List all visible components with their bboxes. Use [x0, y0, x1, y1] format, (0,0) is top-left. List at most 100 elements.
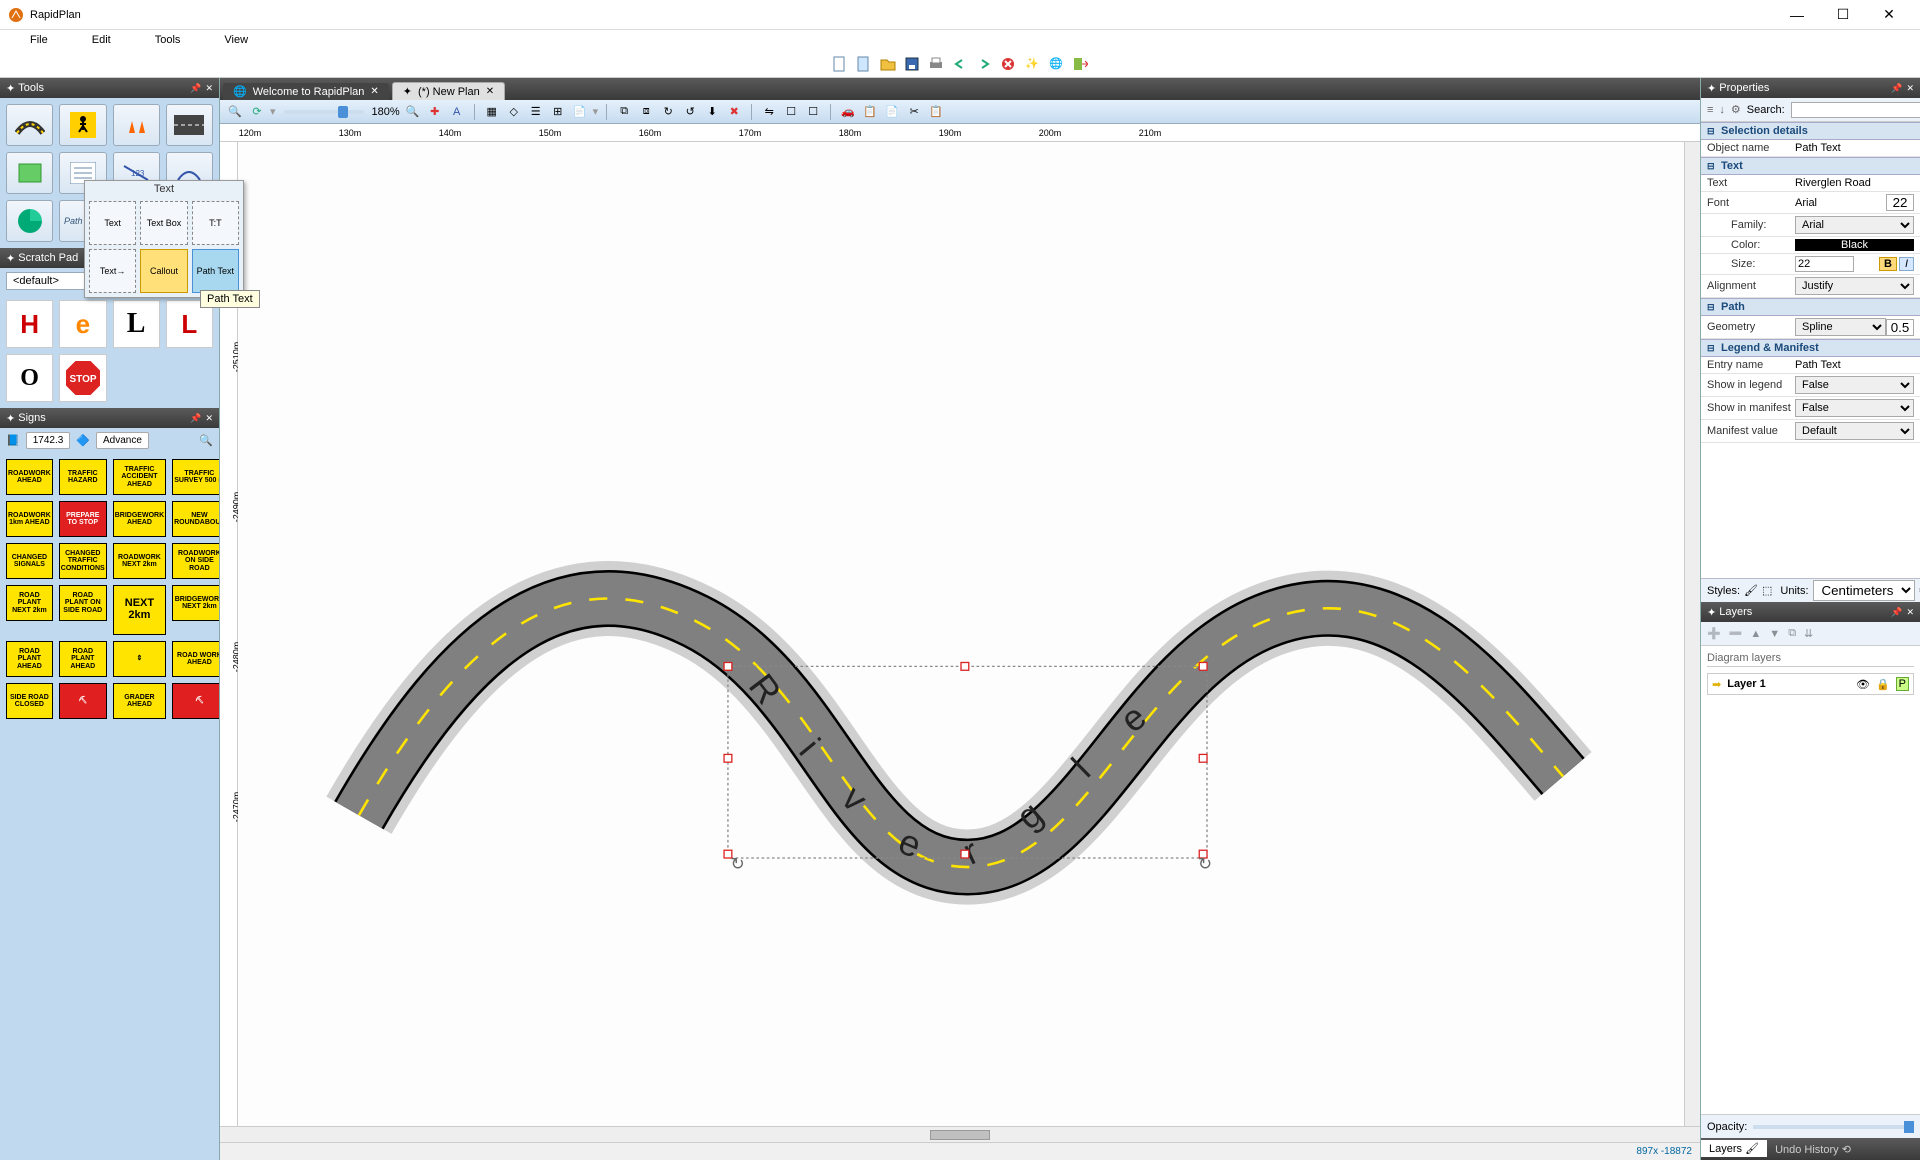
signs-standard-icon[interactable]: 📘	[6, 434, 20, 447]
window-close-button[interactable]: ✕	[1866, 0, 1912, 30]
show-manifest-select[interactable]: False	[1795, 399, 1914, 417]
signs-set[interactable]: Advance	[96, 432, 149, 449]
font-size-input[interactable]	[1886, 194, 1914, 211]
sign-item[interactable]: BRIDGEWORK AHEAD	[113, 501, 166, 537]
text-tool-tt[interactable]: T:T	[192, 201, 239, 245]
path-text-object[interactable]: R i v e r g l e n R o a d	[334, 142, 1199, 875]
layer-delete-icon[interactable]: ➖	[1729, 627, 1743, 640]
sign-item[interactable]: ROAD PLANT AHEAD	[59, 641, 107, 677]
sign-item[interactable]: ROAD PLANT NEXT 2km	[6, 585, 53, 621]
menu-view[interactable]: View	[202, 32, 270, 48]
scratch-item-stop[interactable]: STOP	[59, 354, 106, 402]
bold-button[interactable]: B	[1879, 257, 1897, 271]
flip-h-icon[interactable]: ⇋	[760, 103, 778, 121]
styles-apply-icon[interactable]: ⬚	[1762, 584, 1772, 597]
styles-icon[interactable]: 🖌	[1744, 584, 1758, 597]
scrollbar-vertical[interactable]	[1684, 142, 1700, 1126]
panel-close-icon[interactable]: ✕	[205, 413, 213, 424]
scrollbar-horizontal[interactable]	[220, 1126, 1700, 1142]
properties-search-input[interactable]	[1791, 102, 1920, 118]
sign-item[interactable]: ROADWORK ON SIDE ROAD	[172, 543, 219, 579]
manifest-value-select[interactable]: Default	[1795, 422, 1914, 440]
undo-icon[interactable]	[951, 55, 969, 73]
scratch-item[interactable]: L	[113, 300, 160, 348]
units-select[interactable]: Centimeters	[1813, 580, 1915, 601]
prop-view-icon[interactable]: ≡	[1707, 103, 1713, 117]
layer-dup-icon[interactable]: ⧉	[1788, 627, 1796, 640]
text-tool-callout[interactable]: Callout	[140, 249, 187, 293]
align-icon[interactable]: ☐	[782, 103, 800, 121]
scratch-item[interactable]: e	[59, 300, 106, 348]
sign-item[interactable]: ROADWORK NEXT 2km	[113, 543, 166, 579]
send-back-icon[interactable]: ⬇	[703, 103, 721, 121]
text-tool-textbox[interactable]: Text Box	[140, 201, 187, 245]
select-icon[interactable]: A	[448, 103, 466, 121]
tool-cones[interactable]	[113, 104, 160, 146]
show-legend-select[interactable]: False	[1795, 376, 1914, 394]
rotate-ccw-icon[interactable]: ↺	[681, 103, 699, 121]
tool-road[interactable]	[6, 104, 53, 146]
paste-icon[interactable]: 📄	[883, 103, 901, 121]
delete-icon[interactable]: ✖	[725, 103, 743, 121]
copy-icon[interactable]: 📋	[861, 103, 879, 121]
italic-button[interactable]: I	[1899, 257, 1914, 271]
panel-close-icon[interactable]: ✕	[1906, 83, 1914, 94]
sign-item[interactable]: ROAD WORK AHEAD	[172, 641, 219, 677]
table-icon[interactable]: ⊞	[549, 103, 567, 121]
layer-print-icon[interactable]: P	[1896, 677, 1909, 691]
panel-close-icon[interactable]: ✕	[1906, 607, 1914, 618]
crosshair-icon[interactable]: ✚	[426, 103, 444, 121]
grid-icon[interactable]: ▦	[483, 103, 501, 121]
sign-item[interactable]: TRAFFIC SURVEY 500 m	[172, 459, 219, 495]
group-icon[interactable]: ⧉	[615, 103, 633, 121]
redo-icon[interactable]	[975, 55, 993, 73]
layer-merge-icon[interactable]: ⇊	[1804, 627, 1813, 640]
vehicle-icon[interactable]: 🚗	[839, 103, 857, 121]
alignment-select[interactable]: Justify	[1795, 277, 1914, 295]
zoom-tool-icon[interactable]: 🔍	[404, 103, 422, 121]
sign-item[interactable]: ROAD PLANT ON SIDE ROAD	[59, 585, 107, 621]
zoom-fit-icon[interactable]: 🔍	[226, 103, 244, 121]
tool-pie[interactable]	[6, 200, 53, 242]
distribute-icon[interactable]: ☐	[804, 103, 822, 121]
panel-pin-icon[interactable]: 📌	[190, 83, 201, 94]
sign-item[interactable]: NEXT 2km	[113, 585, 166, 635]
sign-item[interactable]: ⛏	[59, 683, 107, 719]
save-icon[interactable]	[903, 55, 921, 73]
text-tool-path-text[interactable]: Path Text	[192, 249, 239, 293]
tab-welcome[interactable]: 🌐 Welcome to RapidPlan ✕	[223, 83, 389, 100]
tab-undo-history[interactable]: Undo History ⟲	[1767, 1141, 1859, 1158]
sign-item[interactable]: ROAD PLANT AHEAD	[6, 641, 53, 677]
layer-lock-icon[interactable]: 🔒	[1876, 678, 1890, 691]
signs-set-icon[interactable]: 🔷	[76, 434, 90, 447]
layer-up-icon[interactable]: ▲	[1750, 628, 1761, 640]
sign-item[interactable]: ROADWORK 1km AHEAD	[6, 501, 53, 537]
tool-pedestrian[interactable]	[59, 104, 106, 146]
refresh-icon[interactable]: ⟳	[248, 103, 266, 121]
font-size-field[interactable]	[1795, 256, 1854, 272]
font-color-value[interactable]: Black	[1795, 239, 1914, 251]
geometry-factor-input[interactable]	[1886, 319, 1914, 336]
font-value[interactable]: Arial	[1795, 197, 1886, 209]
tab-layers[interactable]: Layers 🖌	[1701, 1140, 1767, 1157]
entry-name-value[interactable]: Path Text	[1795, 359, 1914, 371]
layer-add-icon[interactable]: ➕	[1707, 627, 1721, 640]
canvas[interactable]: R i v e r g l e n R o a d ↻ ↻	[238, 142, 1684, 1126]
rotate-icon[interactable]: ↻	[659, 103, 677, 121]
tool-area[interactable]	[6, 152, 53, 194]
font-family-select[interactable]: Arial	[1795, 216, 1914, 234]
ungroup-icon[interactable]: ⧈	[637, 103, 655, 121]
layer-row[interactable]: ➡ Layer 1 👁 🔒 P	[1707, 673, 1914, 695]
cancel-icon[interactable]	[999, 55, 1017, 73]
list-icon[interactable]: ☰	[527, 103, 545, 121]
panel-pin-icon[interactable]: 📌	[1891, 83, 1902, 94]
sign-item[interactable]: TRAFFIC HAZARD	[59, 459, 107, 495]
sign-item[interactable]: TRAFFIC ACCIDENT AHEAD	[113, 459, 166, 495]
window-maximize-button[interactable]: ☐	[1820, 0, 1866, 30]
new-template-icon[interactable]	[855, 55, 873, 73]
sign-item[interactable]: PREPARE TO STOP	[59, 501, 107, 537]
menu-tools[interactable]: Tools	[133, 32, 203, 48]
sign-item[interactable]: ⇕	[113, 641, 166, 677]
tab-new-plan[interactable]: ✦ (*) New Plan ✕	[392, 82, 505, 100]
cut-icon[interactable]: ✂	[905, 103, 923, 121]
